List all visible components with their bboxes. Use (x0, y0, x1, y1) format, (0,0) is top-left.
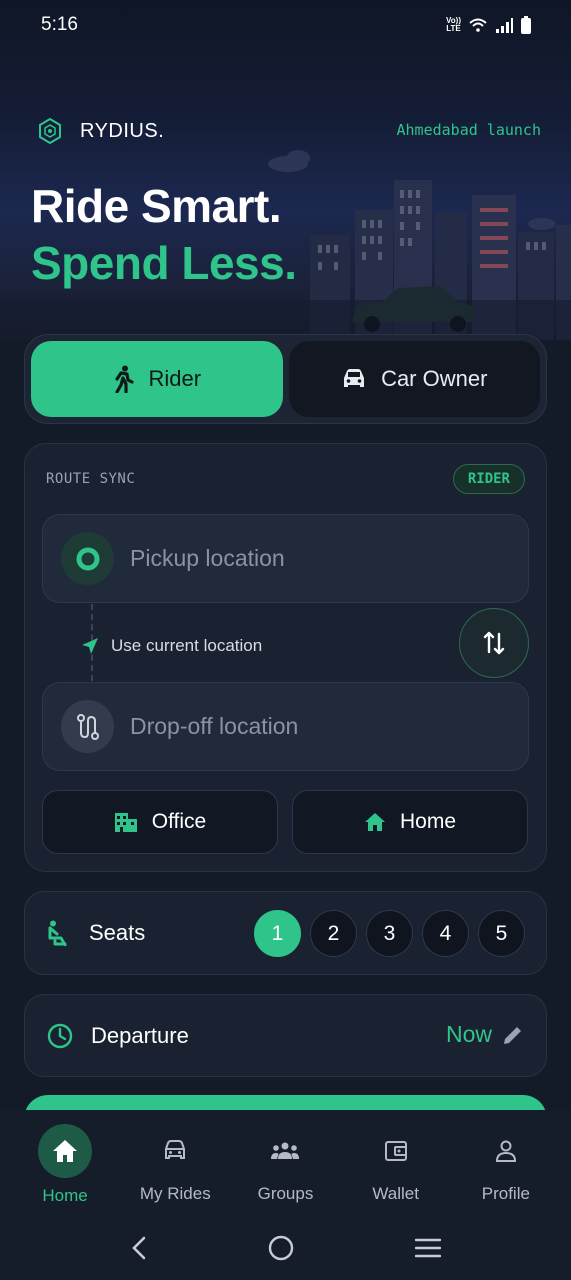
car-nav-icon (148, 1124, 202, 1178)
signal-icon (496, 17, 513, 33)
seats-label: Seats (89, 920, 146, 945)
home-icon (364, 813, 385, 831)
recents-menu-icon[interactable] (414, 1238, 441, 1258)
status-time: 5:16 (41, 14, 78, 35)
seat-option-3[interactable]: 3 (366, 910, 413, 957)
volte-icon: Vo)) LTE (446, 16, 461, 33)
nav-wallet-label: Wallet (372, 1184, 419, 1203)
hexagon-logo-icon (39, 118, 61, 144)
use-current-location-label: Use current location (111, 636, 263, 655)
rider-badge: RIDER (452, 464, 525, 494)
car-icon (344, 369, 365, 387)
pickup-placeholder: Pickup location (130, 545, 285, 571)
car-owner-role-button[interactable]: Car Owner (288, 341, 540, 417)
departure-card[interactable]: Departure Now (24, 994, 547, 1077)
role-toggle: Rider Car Owner (24, 334, 547, 424)
nav-my-rides[interactable]: My Rides (123, 1124, 228, 1204)
brand: RYDIUS. (38, 118, 164, 144)
system-navigation-bar (0, 1216, 571, 1280)
rider-role-button[interactable]: Rider (31, 341, 283, 417)
seat-option-1[interactable]: 1 (254, 910, 301, 957)
office-building-icon (114, 813, 137, 832)
route-icon (61, 700, 114, 753)
hero-line-2: Spend Less. (31, 237, 297, 289)
navigation-arrow-icon (82, 638, 98, 654)
dropoff-location-input[interactable]: Drop-off location (42, 682, 529, 771)
home-shortcut-button[interactable]: Home (292, 790, 528, 854)
group-icon (258, 1124, 312, 1178)
walking-person-icon (115, 365, 135, 393)
nav-home[interactable]: Home (13, 1124, 118, 1206)
bottom-navigation: Home My Rides Groups Wallet Profile (0, 1110, 571, 1216)
seat-option-2[interactable]: 2 (310, 910, 357, 957)
departure-value[interactable]: Now (446, 1021, 524, 1048)
rider-role-label: Rider (148, 366, 202, 391)
nav-profile[interactable]: Profile (453, 1124, 558, 1204)
brand-name: RYDIUS. (80, 119, 165, 142)
home-nav-icon (38, 1124, 93, 1178)
swap-icon (483, 631, 505, 655)
seat-option-5[interactable]: 5 (478, 910, 525, 957)
seats-card: Seats 1 2 3 4 5 (24, 891, 547, 975)
office-shortcut-button[interactable]: Office (42, 790, 278, 854)
pickup-location-input[interactable]: Pickup location (42, 514, 529, 603)
route-section-label: ROUTE SYNC (46, 471, 136, 487)
pickup-dot-icon (61, 532, 114, 585)
dropoff-placeholder: Drop-off location (130, 713, 299, 739)
car-owner-role-label: Car Owner (381, 366, 488, 391)
launch-tag: Ahmedabad launch (396, 121, 542, 139)
nav-groups[interactable]: Groups (233, 1124, 338, 1204)
clock-icon (47, 1023, 73, 1048)
hero-line-1: Ride Smart. (31, 180, 282, 232)
edit-pencil-icon (504, 1026, 521, 1044)
status-icons: Vo)) LTE (446, 16, 531, 34)
nav-my-rides-label: My Rides (139, 1184, 211, 1203)
home-circle-icon[interactable] (268, 1235, 294, 1261)
hero-title: Ride Smart. Spend Less. (31, 178, 297, 292)
wifi-icon (469, 18, 487, 32)
swap-locations-button[interactable] (459, 608, 529, 678)
status-bar: 5:16 Vo)) LTE (0, 0, 571, 50)
seat-selector: 1 2 3 4 5 (254, 910, 525, 957)
seat-icon (48, 920, 67, 946)
use-current-location-link[interactable]: Use current location (81, 636, 262, 656)
battery-icon (521, 16, 531, 34)
person-icon (479, 1124, 533, 1178)
nav-wallet[interactable]: Wallet (343, 1124, 448, 1204)
back-icon[interactable] (130, 1236, 148, 1260)
nav-groups-label: Groups (257, 1184, 314, 1203)
wallet-icon (369, 1124, 423, 1178)
home-shortcut-label: Home (399, 810, 457, 833)
departure-time: Now (445, 1021, 492, 1047)
office-shortcut-label: Office (151, 810, 207, 833)
route-sync-card: ROUTE SYNC RIDER Pickup location Use cur… (24, 443, 547, 872)
nav-home-label: Home (42, 1186, 88, 1205)
seat-option-4[interactable]: 4 (422, 910, 469, 957)
departure-label: Departure (91, 1022, 189, 1048)
nav-profile-label: Profile (481, 1184, 530, 1203)
